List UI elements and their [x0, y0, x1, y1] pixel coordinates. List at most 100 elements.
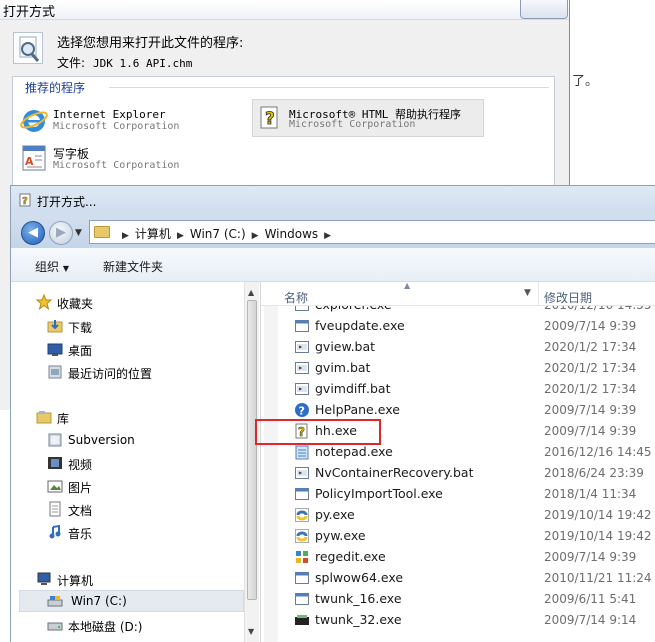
- ie-icon: [19, 105, 49, 135]
- drive-icon: [47, 593, 63, 609]
- scroll-thumb[interactable]: [247, 300, 257, 600]
- file-name: PolicyImportTool.exe: [315, 486, 443, 501]
- breadcrumb-windows[interactable]: Windows: [265, 227, 319, 241]
- file-row[interactable]: gview.bat 2020/1/2 17:34: [284, 336, 655, 357]
- breadcrumb-computer[interactable]: 计算机: [135, 227, 171, 241]
- chevron-right-icon[interactable]: ▶: [177, 231, 184, 241]
- file-label: 文件:: [57, 56, 86, 70]
- recommended-programs-box: 推荐的程序 Internet Explorer Microsoft Corpor…: [12, 76, 555, 198]
- close-button[interactable]: [520, 0, 568, 19]
- star-icon: [35, 293, 53, 311]
- file-row[interactable]: fveupdate.exe 2009/7/14 9:39: [284, 315, 655, 336]
- column-date-modified[interactable]: 修改日期: [544, 289, 592, 306]
- file-row[interactable]: gvimdiff.bat 2020/1/2 17:34: [284, 378, 655, 399]
- nav-label: 下载: [68, 321, 93, 335]
- back-title: 打开方式: [3, 5, 56, 20]
- forward-button[interactable]: ▶: [49, 221, 73, 245]
- chevron-right-icon[interactable]: ▶: [252, 231, 259, 241]
- back-button[interactable]: ◀: [21, 221, 45, 245]
- nav-scrollbar[interactable]: ▲ ▼: [244, 282, 259, 642]
- file-row[interactable]: gvim.bat 2020/1/2 17:34: [284, 357, 655, 378]
- bat-icon: [294, 360, 310, 376]
- chevron-down-icon: ▼: [62, 264, 69, 273]
- program-name: Internet Explorer: [53, 108, 166, 121]
- open-with-file-browser: ? 打开方式... ◀ ▶ ▼ ▶ 计算机 ▶ Win7 (C:) ▶ Windows ▶ …: [10, 185, 655, 642]
- file-date: 2009/7/14 9:14: [544, 613, 637, 627]
- program-wordpad[interactable]: A 写字板 Microsoft Corporation: [19, 143, 239, 175]
- file-name: splwow64.exe: [315, 570, 404, 585]
- python-icon: [294, 528, 310, 544]
- file-row[interactable]: py.exe 2019/10/14 19:42: [284, 504, 655, 525]
- file-row[interactable]: NvContainerRecovery.bat 2018/6/24 23:39: [284, 462, 655, 483]
- file-row[interactable]: twunk_32.exe 2009/7/14 9:14: [284, 609, 655, 630]
- chevron-right-icon[interactable]: ▶: [324, 231, 331, 241]
- file-date: 2020/1/2 17:34: [544, 361, 637, 375]
- program-company: Microsoft Corporation: [53, 121, 180, 132]
- exe-icon: [294, 306, 310, 313]
- library-folder-icon: [47, 432, 63, 448]
- choose-program-prompt: 选择您想用来打开此文件的程序:: [57, 36, 244, 51]
- file-name: JDK 1.6 API.chm: [93, 57, 193, 70]
- file-name: twunk_16.exe: [315, 591, 402, 606]
- file-name: explorer.exe: [315, 306, 392, 312]
- back-title-bar: 打开方式: [0, 0, 569, 20]
- scroll-down-icon[interactable]: ▼: [248, 627, 254, 636]
- sort-ascending-icon: ▲: [404, 281, 411, 290]
- organize-button[interactable]: 组织 ▼: [35, 258, 69, 275]
- nav-label: Win7 (C:): [71, 594, 127, 608]
- file-date: 2016/12/16 14:45: [544, 445, 652, 459]
- program-internet-explorer[interactable]: Internet Explorer Microsoft Corporation: [19, 105, 239, 137]
- folder-icon: [94, 226, 110, 238]
- breadcrumb-drive[interactable]: Win7 (C:): [190, 227, 246, 241]
- history-dropdown-icon[interactable]: ▼: [75, 228, 82, 238]
- file-name: gvimdiff.bat: [315, 381, 391, 396]
- file-date: 2019/10/14 19:42: [544, 508, 652, 522]
- pictures-icon: [47, 478, 63, 494]
- highlight-box: [255, 419, 381, 445]
- nav-label: 图片: [68, 481, 93, 495]
- file-name: NvContainerRecovery.bat: [315, 465, 474, 480]
- file-date: 2009/7/14 9:39: [544, 550, 637, 564]
- file-row[interactable]: ? HelpPane.exe 2009/7/14 9:39: [284, 399, 655, 420]
- column-header: ▲ 名称 ▼ 修改日期: [261, 281, 655, 306]
- file-line: 文件: JDK 1.6 API.chm: [57, 54, 192, 71]
- exe-icon: [294, 591, 310, 607]
- toolbar: 组织 ▼ 新建文件夹: [11, 248, 655, 282]
- column-name[interactable]: 名称: [284, 289, 308, 306]
- file-date: 2018/6/24 23:39: [544, 466, 644, 480]
- bat-icon: [294, 339, 310, 355]
- download-folder-icon: [47, 318, 63, 334]
- file-date: 2009/7/14 9:39: [544, 403, 637, 417]
- exe-icon: [294, 486, 310, 502]
- program-company: Microsoft Corporation: [53, 160, 180, 171]
- chevron-down-icon[interactable]: ▼: [524, 288, 531, 298]
- file-name: twunk_32.exe: [315, 612, 402, 627]
- chevron-right-icon[interactable]: ▶: [122, 231, 129, 241]
- file-row[interactable]: twunk_16.exe 2009/6/11 5:41: [284, 588, 655, 609]
- address-bar[interactable]: ▶ 计算机 ▶ Win7 (C:) ▶ Windows ▶: [89, 220, 655, 244]
- recent-places-icon: [47, 364, 63, 380]
- scroll-up-icon[interactable]: ▲: [248, 288, 254, 297]
- file-list: explorer.exe 2010/12/16 14:55 fveupdate.ex…: [261, 306, 655, 642]
- file-row[interactable]: splwow64.exe 2010/11/21 11:24: [284, 567, 655, 588]
- file-row[interactable]: regedit.exe 2009/7/14 9:39: [284, 546, 655, 567]
- navigation-pane: 收藏夹 下载 桌面 最近访问的位置 库 Subversion 视频 图片 文档 …: [11, 282, 260, 642]
- file-name: fveupdate.exe: [315, 318, 405, 333]
- file-row[interactable]: explorer.exe 2010/12/16 14:55: [284, 306, 655, 315]
- program-html-help[interactable]: ? Microsoft® HTML 帮助执行程序 Microsoft Corpo…: [252, 99, 484, 137]
- svg-text:A: A: [25, 155, 34, 168]
- notepad-icon: [294, 444, 310, 460]
- file-row[interactable]: pyw.exe 2019/10/14 19:42: [284, 525, 655, 546]
- desktop-icon: [47, 341, 63, 357]
- file-name: gvim.bat: [315, 360, 371, 375]
- nav-item-win7-drive[interactable]: Win7 (C:): [19, 590, 244, 612]
- column-divider[interactable]: [538, 282, 539, 306]
- file-date: 2009/6/11 5:41: [544, 592, 637, 606]
- file-name: regedit.exe: [315, 549, 386, 564]
- new-folder-button[interactable]: 新建文件夹: [103, 258, 163, 275]
- nav-label: 文档: [68, 504, 93, 518]
- front-title: 打开方式...: [37, 195, 97, 209]
- nav-label: 音乐: [68, 527, 93, 541]
- file-row[interactable]: PolicyImportTool.exe 2018/1/4 11:34: [284, 483, 655, 504]
- nav-label: 计算机: [57, 574, 94, 588]
